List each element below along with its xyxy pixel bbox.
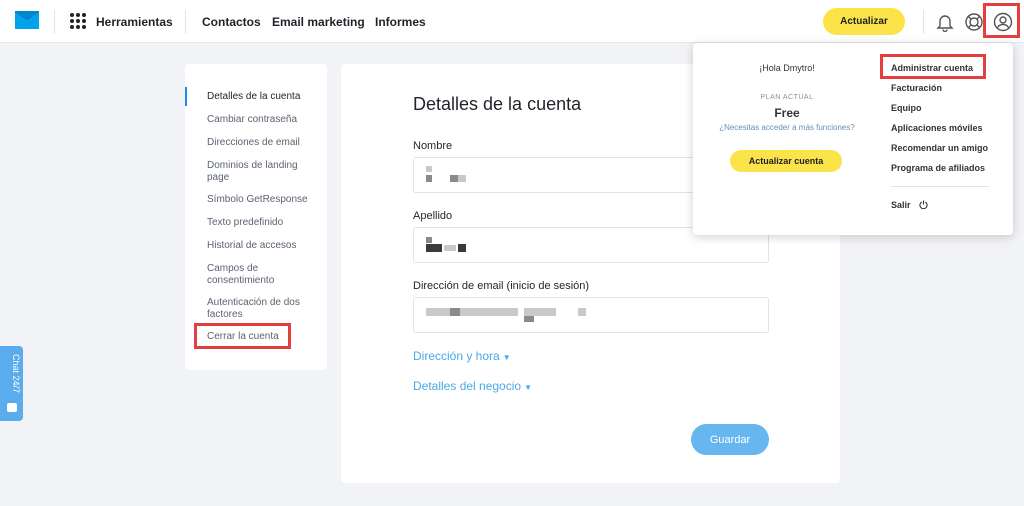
sidebar-item-access-history[interactable]: Historial de accesos [207, 240, 317, 252]
sidebar-item-predefined-text[interactable]: Texto predefinido [207, 217, 317, 229]
nav-contacts[interactable]: Contactos [202, 15, 261, 29]
caret-down-icon: ▼ [524, 383, 532, 392]
plan-label: PLAN ACTUAL [760, 94, 814, 101]
bell-icon[interactable] [933, 10, 957, 34]
tools-menu[interactable]: Herramientas [96, 15, 173, 29]
menu-refer-friend[interactable]: Recomendar un amigo [891, 143, 988, 153]
email-input[interactable] [413, 297, 769, 333]
nav-reports[interactable]: Informes [375, 15, 426, 29]
save-button[interactable]: Guardar [691, 424, 769, 455]
menu-mobile-apps[interactable]: Aplicaciones móviles [891, 123, 983, 133]
divider [923, 10, 924, 34]
upgrade-button[interactable]: Actualizar [823, 8, 905, 35]
divider [185, 10, 186, 34]
first-name-label: Nombre [413, 140, 453, 152]
chat-tab[interactable]: Chat 24/7 [0, 346, 23, 421]
chat-bubble-icon [7, 403, 17, 412]
email-label: Dirección de email (inicio de sesión) [413, 280, 590, 292]
sidebar-item-email-addresses[interactable]: Direcciones de email [207, 137, 317, 149]
last-name-label: Apellido [413, 210, 453, 222]
sidebar-item-consent-fields[interactable]: Campos de consentimiento [207, 263, 297, 287]
sidebar-item-landing-domains[interactable]: Dominios de landing page [207, 160, 307, 184]
active-indicator [185, 87, 187, 106]
plan-name: Free [774, 106, 800, 120]
menu-divider [891, 186, 989, 187]
menu-team[interactable]: Equipo [891, 103, 922, 113]
getresponse-logo-icon[interactable] [15, 11, 39, 31]
apps-grid-icon[interactable] [70, 13, 86, 29]
page-title: Detalles de la cuenta [413, 94, 582, 114]
menu-affiliate-program[interactable]: Programa de afiliados [891, 163, 985, 173]
highlight-box-profile [983, 3, 1020, 38]
sidebar-item-change-password[interactable]: Cambiar contraseña [207, 114, 317, 126]
sidebar-item-two-factor[interactable]: Autenticación de dos factores [207, 297, 312, 321]
menu-logout[interactable]: Salir [891, 200, 928, 210]
need-more-text: ¿Necesitas acceder a más funciones? [719, 123, 855, 132]
power-icon [919, 200, 928, 210]
sidebar-item-account-details[interactable]: Detalles de la cuenta [207, 91, 317, 103]
caret-down-icon: ▼ [502, 353, 511, 362]
address-time-link[interactable]: Dirección y hora ▼ [413, 349, 511, 363]
nav-email-marketing[interactable]: Email marketing [272, 15, 365, 29]
upgrade-account-button[interactable]: Actualizar cuenta [730, 150, 842, 172]
menu-billing[interactable]: Facturación [891, 83, 942, 93]
greeting: ¡Hola Dmytro! [759, 63, 815, 73]
business-details-link[interactable]: Detalles del negocio ▼ [413, 379, 532, 393]
highlight-box-manage-account [880, 54, 986, 79]
highlight-box-close-account [194, 323, 291, 349]
top-bar: Herramientas Contactos Email marketing I… [0, 0, 1024, 43]
divider [54, 10, 55, 34]
sidebar-item-getresponse-badge[interactable]: Símbolo GetResponse [207, 194, 317, 206]
